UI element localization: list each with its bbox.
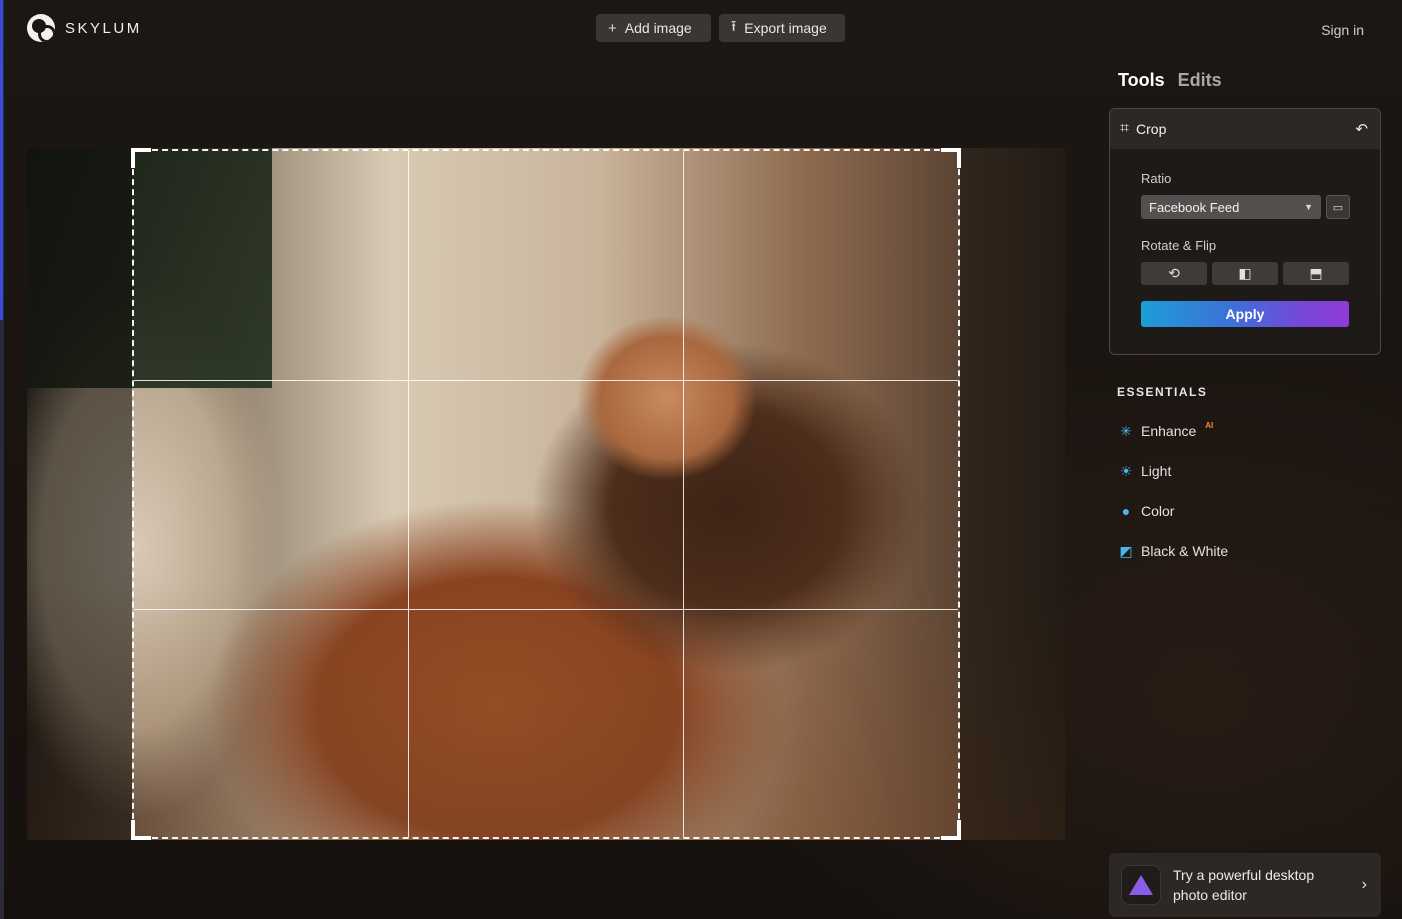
crop-frame[interactable] — [131, 148, 961, 840]
crop-title: Crop — [1136, 121, 1167, 137]
crop-handle-top-right[interactable] — [941, 148, 961, 168]
crop-mask-left — [27, 148, 132, 840]
promo-text: Try a powerful desktop photo editor — [1173, 865, 1362, 905]
essential-enhance[interactable]: ✳ Enhance AI — [1118, 420, 1214, 440]
tab-edits[interactable]: Edits — [1178, 70, 1222, 91]
bw-icon: ◩ — [1119, 542, 1133, 559]
apply-button[interactable]: Apply — [1141, 301, 1349, 327]
black-white-label: Black & White — [1141, 543, 1229, 559]
essential-light[interactable]: ☀ Light — [1118, 462, 1172, 480]
flip-horizontal-icon: ◧ — [1238, 265, 1252, 281]
flip-horizontal-button[interactable]: ◧ — [1212, 262, 1278, 285]
tab-tools[interactable]: Tools — [1118, 70, 1165, 91]
rotate-flip-label: Rotate & Flip — [1141, 238, 1217, 253]
flip-vertical-button[interactable]: ⬒ — [1283, 262, 1349, 285]
essentials-heading: ESSENTIALS — [1117, 385, 1208, 399]
crop-tool-card: ⌗ Crop ↶ Ratio Facebook Feed ▼ ▭ Rotate … — [1109, 108, 1381, 355]
palette-icon: ● — [1121, 503, 1131, 519]
grid-line-vertical — [683, 151, 684, 837]
window-edge — [0, 0, 4, 919]
desktop-editor-promo[interactable]: Try a powerful desktop photo editor › — [1109, 853, 1381, 917]
aspect-ratio-icon: ▭ — [1332, 201, 1344, 214]
light-label: Light — [1141, 463, 1172, 479]
crop-tool-header[interactable]: ⌗ Crop ↶ — [1110, 109, 1380, 149]
crop-handle-bottom-right[interactable] — [941, 820, 961, 840]
essential-color[interactable]: ● Color — [1118, 503, 1175, 519]
panel-tabs: Tools Edits — [1118, 70, 1222, 91]
plus-icon: + — [608, 19, 617, 37]
promo-line-1: Try a powerful desktop — [1173, 867, 1315, 883]
ai-badge: AI — [1205, 420, 1214, 430]
upload-icon: ⭱ — [731, 17, 737, 35]
crop-handle-bottom-left[interactable] — [131, 820, 151, 840]
luminar-logo-icon — [1121, 865, 1161, 905]
ratio-select[interactable]: Facebook Feed ▼ — [1141, 195, 1321, 219]
essential-black-white[interactable]: ◩ Black & White — [1118, 542, 1229, 560]
crop-icon: ⌗ — [1120, 120, 1130, 137]
chevron-down-icon: ▼ — [1304, 202, 1313, 212]
ratio-value: Facebook Feed — [1149, 199, 1240, 215]
sun-icon: ☀ — [1119, 462, 1133, 479]
enhance-label: Enhance — [1141, 423, 1197, 439]
skylum-logo[interactable]: SKYLUM — [27, 14, 142, 42]
chevron-right-icon: › — [1361, 876, 1367, 893]
export-image-button[interactable]: ⭱ Export image — [719, 14, 845, 42]
color-label: Color — [1141, 503, 1175, 519]
crop-mask-right — [960, 148, 1065, 840]
custom-ratio-button[interactable]: ▭ — [1326, 195, 1350, 219]
crop-handle-top-left[interactable] — [131, 148, 151, 168]
add-image-label: Add image — [624, 20, 692, 36]
export-image-label: Export image — [744, 20, 827, 36]
reset-icon[interactable]: ↶ — [1355, 120, 1368, 138]
grid-line-horizontal — [134, 380, 958, 381]
rotate-icon: ⟲ — [1168, 265, 1180, 281]
rotate-button[interactable]: ⟲ — [1141, 262, 1207, 285]
add-image-button[interactable]: + Add image — [596, 14, 711, 42]
grid-line-vertical — [408, 151, 409, 837]
promo-line-2: photo editor — [1173, 887, 1247, 903]
triangle-logo-shape — [1129, 875, 1153, 895]
rotate-flip-buttons: ⟲ ◧ ⬒ — [1141, 262, 1349, 285]
skylum-logo-icon — [27, 14, 55, 42]
ratio-label: Ratio — [1141, 171, 1172, 186]
flip-vertical-icon: ⬒ — [1309, 265, 1323, 281]
sign-in-link[interactable]: Sign in — [1321, 22, 1364, 38]
grid-line-horizontal — [134, 609, 958, 610]
sparkle-icon: ✳ — [1120, 422, 1132, 439]
brand-name: SKYLUM — [65, 19, 142, 37]
